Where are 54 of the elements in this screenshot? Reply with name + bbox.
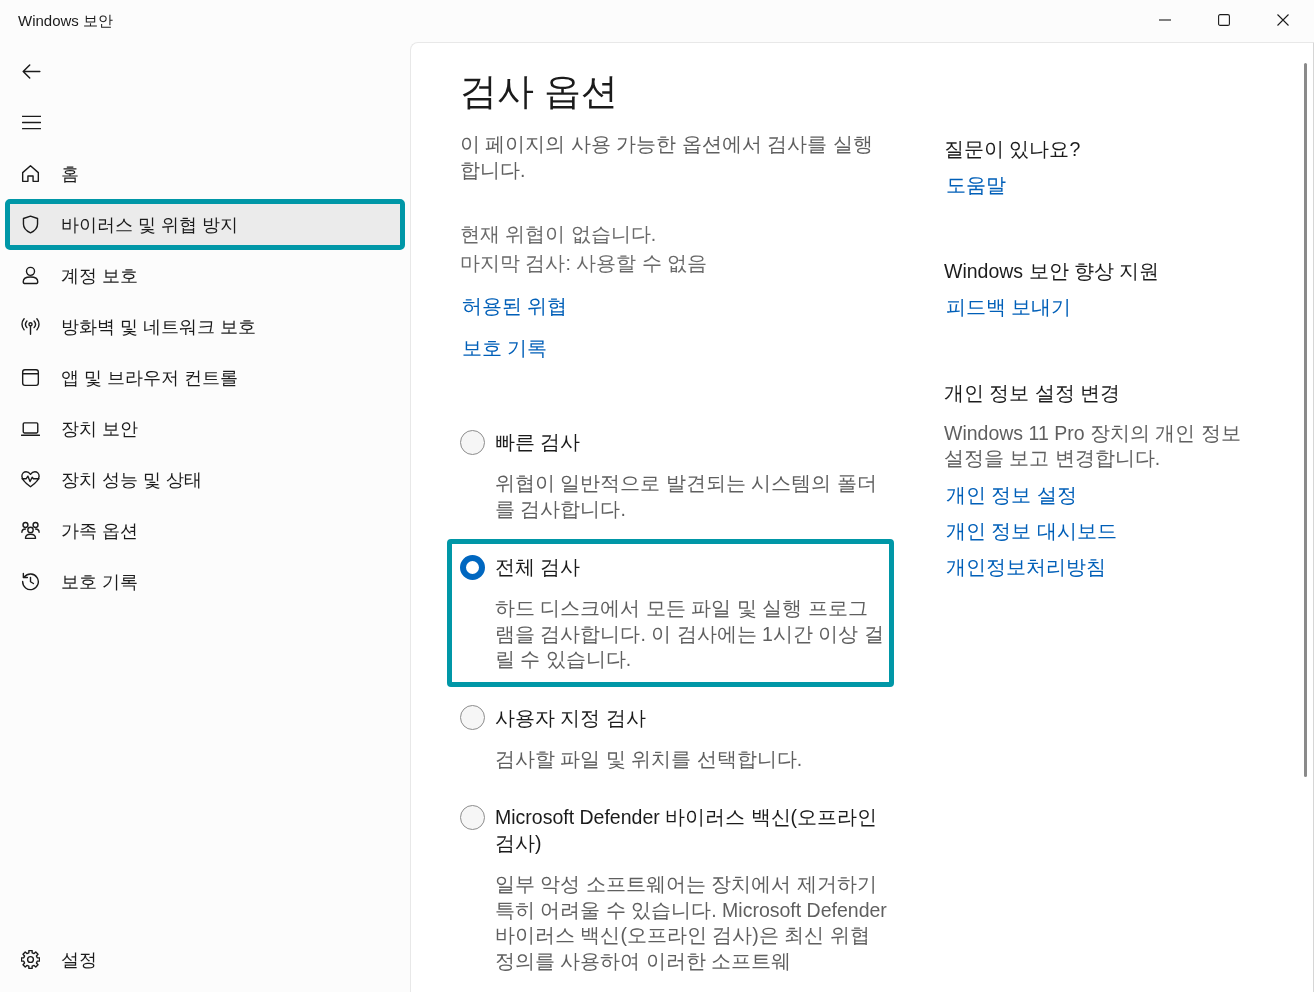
scrollbar-thumb[interactable]: [1304, 63, 1307, 777]
link[interactable]: 개인 정보 설정: [944, 481, 1079, 509]
nav-item[interactable]: 앱 및 브라우저 컨트롤: [5, 352, 405, 403]
settings-icon: [21, 950, 40, 969]
section-heading: Windows 보안 향상 지원: [944, 259, 1160, 284]
radio-option[interactable]: 전체 검사: [460, 554, 887, 580]
nav-item[interactable]: 홈: [5, 148, 405, 199]
option-description: 일부 악성 소프트웨어는 장치에서 제거하기 특히 어려울 수 있습니다. Microsoft Defender 바이러스 백신(오프라인 검사)은 최신 위협 정의를 사용하여 이러한 소프트웨: [495, 872, 887, 974]
radio-option[interactable]: Microsoft Defender 바이러스 백신(오프라인 검사): [460, 804, 887, 856]
people-icon: [21, 521, 40, 540]
history-icon: [21, 572, 40, 591]
back-icon: [21, 62, 41, 81]
radio-button[interactable]: [460, 804, 485, 830]
heart-pulse-icon: [21, 470, 40, 489]
option-description: 하드 디스크에서 모든 파일 및 실행 프로그램을 검사합니다. 이 검사에는 1시간 이상 걸릴 수 있습니다.: [495, 596, 885, 672]
status-text: 현재 위협이 없습니다.: [460, 222, 658, 247]
window-title: Windows 보안: [18, 11, 114, 31]
option-description: 검사할 파일 및 위치를 선택합니다.: [495, 746, 804, 772]
nav-item[interactable]: 방화벽 및 네트워크 보호: [5, 301, 405, 352]
link[interactable]: 개인정보처리방침: [944, 553, 1108, 581]
nav-item[interactable]: 계정 보호: [5, 250, 405, 301]
link[interactable]: 허용된 위협: [460, 291, 570, 321]
status-text: 마지막 검사: 사용할 수 없음: [460, 251, 708, 276]
menu-icon: [21, 113, 41, 132]
link[interactable]: 보호 기록: [460, 333, 550, 363]
link[interactable]: 개인 정보 대시보드: [944, 517, 1119, 545]
radio-button[interactable]: [460, 705, 485, 730]
nav-item[interactable]: 바이러스 및 위협 방지: [5, 199, 405, 250]
nav-item[interactable]: 보호 기록: [5, 556, 405, 607]
section-heading: 개인 정보 설정 변경: [944, 381, 1121, 406]
maximize-icon: [1217, 14, 1230, 26]
minimize-icon: [1158, 19, 1171, 21]
radio-button[interactable]: [460, 554, 485, 580]
page-description: 이 페이지의 사용 가능한 옵션에서 검사를 실행합니다.: [460, 132, 874, 183]
home-icon: [21, 164, 40, 183]
page-title: 검사 옵션: [460, 70, 619, 114]
radio-button[interactable]: [460, 429, 485, 455]
link[interactable]: 도움말: [944, 171, 1008, 199]
close-icon: [1276, 14, 1289, 26]
antenna-icon: [21, 317, 40, 336]
nav-item[interactable]: 가족 옵션: [5, 505, 405, 556]
nav-item[interactable]: 장치 보안: [5, 403, 405, 454]
radio-option[interactable]: 빠른 검사: [460, 429, 887, 455]
shield-icon: [21, 215, 40, 234]
radio-option[interactable]: 사용자 지정 검사: [460, 704, 887, 731]
section-heading: 질문이 있나요?: [944, 137, 1081, 162]
link[interactable]: 피드백 보내기: [944, 293, 1074, 321]
settings-item[interactable]: 설정: [5, 934, 405, 985]
window-icon: [21, 368, 40, 387]
laptop-icon: [21, 419, 40, 438]
person-icon: [21, 266, 40, 285]
nav-item[interactable]: 장치 성능 및 상태: [5, 454, 405, 505]
option-description: 위협이 일반적으로 발견되는 시스템의 폴더를 검사합니다.: [495, 471, 878, 522]
section-description: Windows 11 Pro 장치의 개인 정보 설정을 보고 변경합니다.: [944, 421, 1242, 471]
